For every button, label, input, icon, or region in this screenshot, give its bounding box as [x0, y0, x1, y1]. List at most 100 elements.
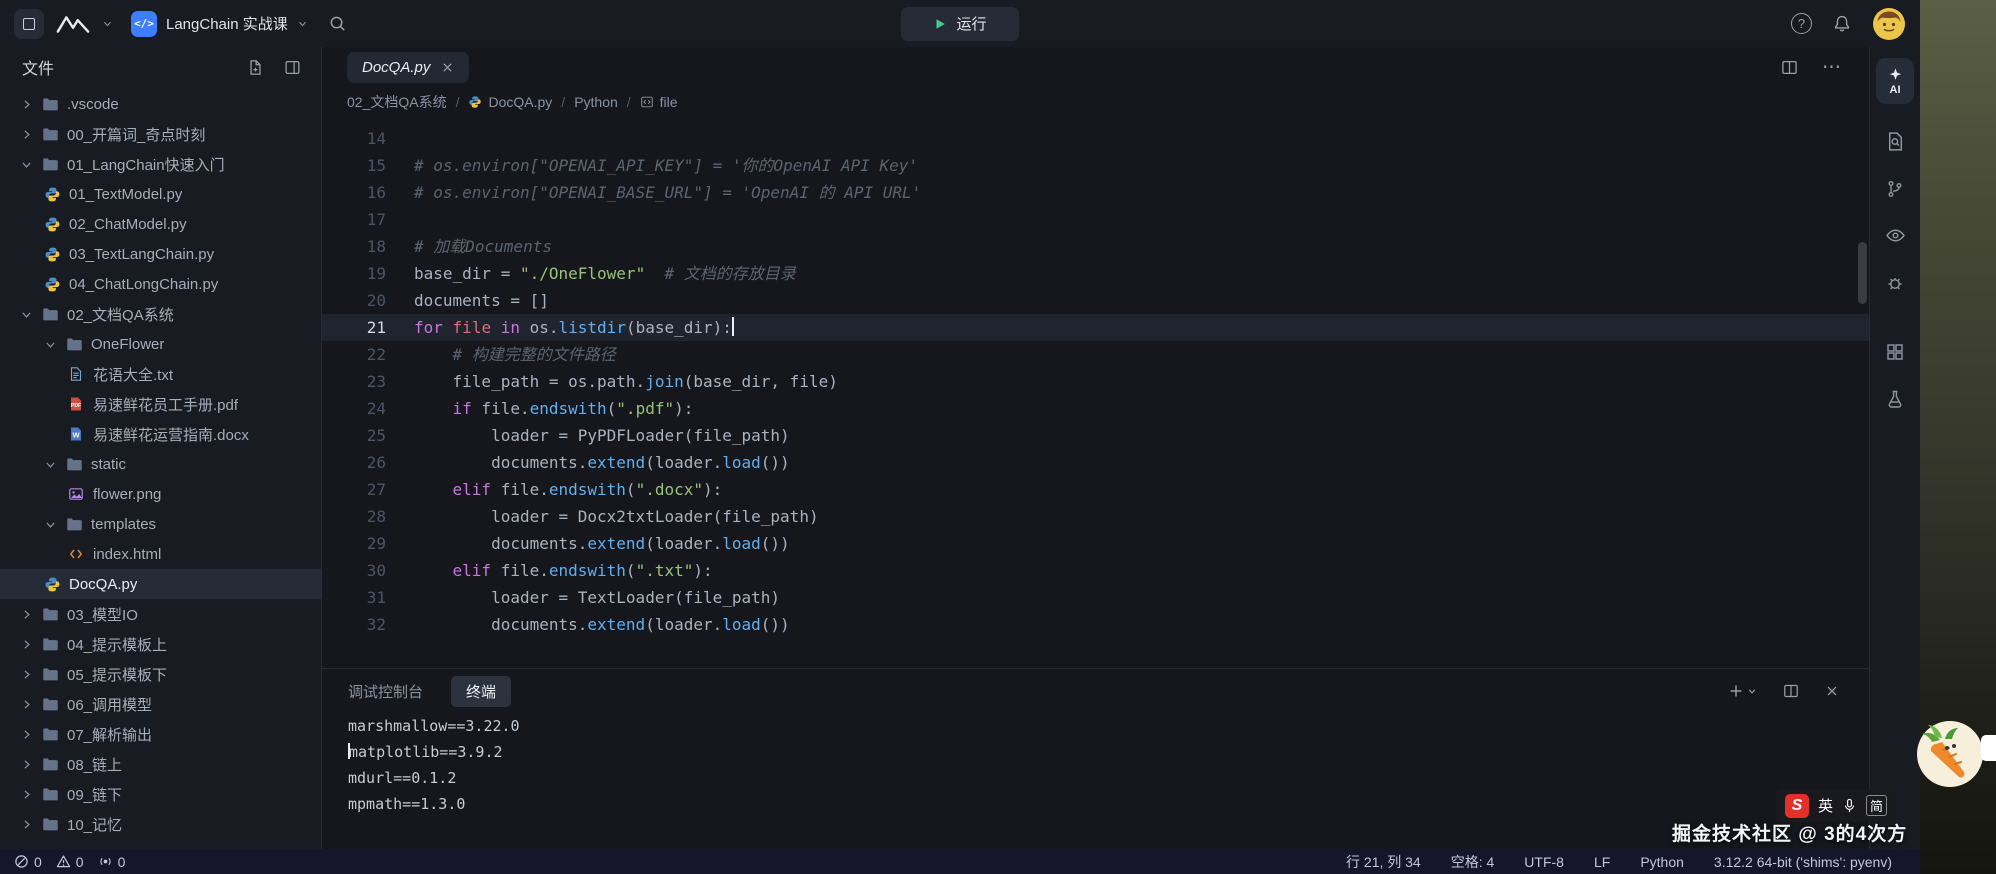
- code-line[interactable]: 15# os.environ["OPENAI_API_KEY"] = '你的Op…: [322, 152, 1869, 179]
- sparkle-icon: [1888, 67, 1903, 82]
- breadcrumb-item[interactable]: DocQA.py: [468, 94, 552, 110]
- new-file-button[interactable]: [245, 57, 266, 78]
- status-item[interactable]: UTF-8: [1524, 854, 1564, 870]
- tree-item[interactable]: 花语大全.txt: [0, 359, 321, 389]
- tree-item[interactable]: 03_TextLangChain.py: [0, 239, 321, 269]
- code-line[interactable]: 17: [322, 206, 1869, 233]
- code-editor[interactable]: 1415# os.environ["OPENAI_API_KEY"] = '你的…: [322, 117, 1869, 668]
- code-line[interactable]: 22 # 构建完整的文件路径: [322, 341, 1869, 368]
- tree-item[interactable]: templates: [0, 509, 321, 539]
- tree-item[interactable]: 09_链下: [0, 779, 321, 809]
- tree-item[interactable]: 03_模型IO: [0, 599, 321, 629]
- status-item[interactable]: 行 21, 列 34: [1346, 852, 1421, 872]
- breadcrumb: 02_文档QA系统/DocQA.py/Python/file: [322, 87, 1869, 117]
- tree-item[interactable]: 04_提示模板上: [0, 629, 321, 659]
- tree-item[interactable]: .vscode: [0, 89, 321, 119]
- breadcrumb-item[interactable]: Python: [574, 94, 618, 110]
- code-line[interactable]: 29 documents.extend(loader.load()): [322, 530, 1869, 557]
- line-number: 30: [322, 557, 386, 584]
- panel-tab[interactable]: 调试控制台: [348, 681, 423, 702]
- status-item[interactable]: 3.12.2 64-bit ('shims': pyenv): [1714, 854, 1892, 870]
- error-status[interactable]: 0: [14, 854, 42, 870]
- tree-item[interactable]: 04_ChatLongChain.py: [0, 269, 321, 299]
- git-branch-icon[interactable]: [1870, 165, 1920, 212]
- run-button[interactable]: 运行: [901, 7, 1019, 41]
- eye-icon[interactable]: [1870, 212, 1920, 259]
- explorer-title: 文件: [22, 55, 229, 79]
- tree-item[interactable]: 02_ChatModel.py: [0, 209, 321, 239]
- code-line[interactable]: 30 elif file.endswith(".txt"):: [322, 557, 1869, 584]
- scrollbar-thumb[interactable]: [1858, 242, 1867, 304]
- code-line[interactable]: 26 documents.extend(loader.load()): [322, 449, 1869, 476]
- file-search-icon[interactable]: [1870, 118, 1920, 165]
- avatar[interactable]: [1872, 7, 1906, 41]
- tree-item[interactable]: 02_文档QA系统: [0, 299, 321, 329]
- tree-item[interactable]: PDF易速鲜花员工手册.pdf: [0, 389, 321, 419]
- tree-item[interactable]: 10_记忆: [0, 809, 321, 839]
- new-terminal-button[interactable]: [1726, 681, 1759, 701]
- extensions-icon[interactable]: [1870, 328, 1920, 375]
- flask-icon[interactable]: [1870, 375, 1920, 422]
- breadcrumb-item[interactable]: 02_文档QA系统: [347, 92, 447, 112]
- tab-docqa[interactable]: DocQA.py: [347, 52, 469, 83]
- tree-item[interactable]: 07_解析输出: [0, 719, 321, 749]
- code-line[interactable]: 25 loader = PyPDFLoader(file_path): [322, 422, 1869, 449]
- help-icon[interactable]: ?: [1791, 13, 1812, 34]
- app-menu-button[interactable]: [14, 9, 44, 39]
- ime-language[interactable]: 英: [1818, 795, 1833, 816]
- tree-item[interactable]: DocQA.py: [0, 569, 321, 599]
- code-line[interactable]: 27 elif file.endswith(".docx"):: [322, 476, 1869, 503]
- search-button[interactable]: [326, 12, 349, 35]
- tree-item[interactable]: index.html: [0, 539, 321, 569]
- code-text: [386, 125, 414, 152]
- status-item[interactable]: Python: [1640, 854, 1684, 870]
- tree-item[interactable]: 00_开篇词_奇点时刻: [0, 119, 321, 149]
- ime-bar[interactable]: S 英 简: [1776, 789, 1896, 822]
- bug-icon[interactable]: [1870, 259, 1920, 306]
- tree-item[interactable]: 06_调用模型: [0, 689, 321, 719]
- editor-scrollbar[interactable]: [1857, 127, 1867, 664]
- open-editors-button[interactable]: [282, 57, 303, 78]
- line-number: 22: [322, 341, 386, 368]
- notifications-button[interactable]: [1830, 12, 1854, 36]
- code-line[interactable]: 16# os.environ["OPENAI_BASE_URL"] = 'Ope…: [322, 179, 1869, 206]
- ime-simplified-toggle[interactable]: 简: [1866, 795, 1887, 816]
- chevron-down-icon[interactable]: [102, 18, 113, 29]
- tree-item[interactable]: OneFlower: [0, 329, 321, 359]
- code-line[interactable]: 19base_dir = "./OneFlower" # 文档的存放目录: [322, 260, 1869, 287]
- panel-tab[interactable]: 终端: [451, 676, 511, 707]
- terminal-output[interactable]: marshmallow==3.22.0matplotlib==3.9.2mdur…: [322, 713, 1869, 817]
- tree-item[interactable]: static: [0, 449, 321, 479]
- tree-item-label: 03_TextLangChain.py: [69, 246, 214, 263]
- more-actions-button[interactable]: ⋯: [1820, 56, 1843, 79]
- code-line[interactable]: 18# 加载Documents: [322, 233, 1869, 260]
- status-item[interactable]: 空格: 4: [1451, 852, 1495, 872]
- split-terminal-button[interactable]: [1781, 681, 1801, 701]
- tree-item[interactable]: 01_TextModel.py: [0, 179, 321, 209]
- mic-icon[interactable]: [1842, 798, 1857, 813]
- code-line[interactable]: 20documents = []: [322, 287, 1869, 314]
- code-text: loader = TextLoader(file_path): [386, 584, 780, 611]
- project-selector[interactable]: </> LangChain 实战课: [125, 7, 314, 41]
- tree-item[interactable]: 01_LangChain快速入门: [0, 149, 321, 179]
- warning-status[interactable]: 0: [56, 854, 84, 870]
- breadcrumb-item[interactable]: file: [640, 94, 678, 110]
- code-line[interactable]: 32 documents.extend(loader.load()): [322, 611, 1869, 638]
- tree-item[interactable]: W易速鲜花运营指南.docx: [0, 419, 321, 449]
- code-line[interactable]: 28 loader = Docx2txtLoader(file_path): [322, 503, 1869, 530]
- code-line[interactable]: 21for file in os.listdir(base_dir):: [322, 314, 1869, 341]
- tree-item[interactable]: 08_链上: [0, 749, 321, 779]
- status-item[interactable]: LF: [1594, 854, 1610, 870]
- split-editor-button[interactable]: [1779, 56, 1800, 79]
- close-tab-icon[interactable]: [441, 61, 454, 74]
- code-line[interactable]: 31 loader = TextLoader(file_path): [322, 584, 1869, 611]
- folder-icon: [66, 336, 90, 353]
- ai-assistant-button[interactable]: AI: [1876, 58, 1914, 104]
- broadcast-status[interactable]: 0: [98, 854, 126, 870]
- tree-item[interactable]: 05_提示模板下: [0, 659, 321, 689]
- code-line[interactable]: 14: [322, 125, 1869, 152]
- close-panel-button[interactable]: [1823, 682, 1841, 700]
- code-line[interactable]: 24 if file.endswith(".pdf"):: [322, 395, 1869, 422]
- code-line[interactable]: 23 file_path = os.path.join(base_dir, fi…: [322, 368, 1869, 395]
- tree-item[interactable]: flower.png: [0, 479, 321, 509]
